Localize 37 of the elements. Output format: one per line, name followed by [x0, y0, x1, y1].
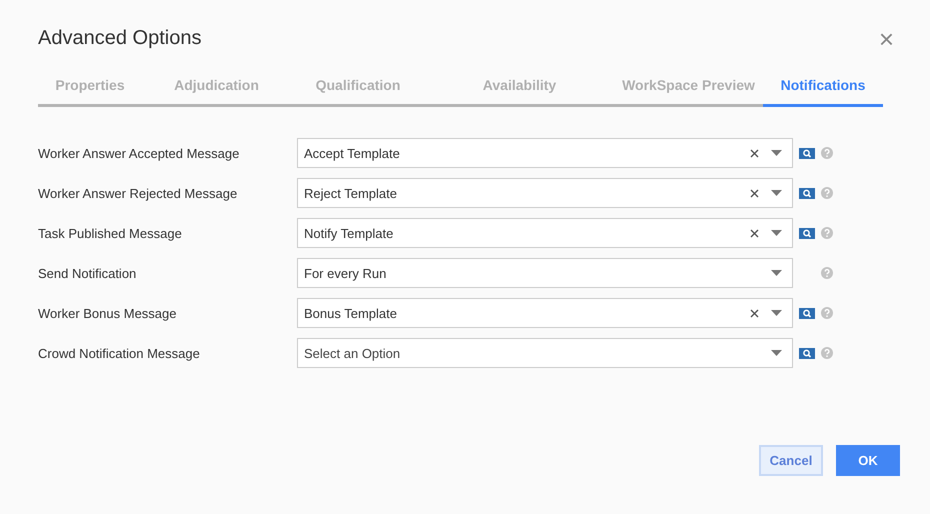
field-label: Worker Answer Accepted Message [38, 146, 240, 160]
clear-icon[interactable] [750, 148, 759, 158]
field-label: Send Notification [38, 266, 138, 280]
dropdown-field[interactable]: Notify Template [297, 218, 793, 248]
clear-icon[interactable] [750, 228, 759, 238]
search-icon[interactable] [799, 228, 815, 238]
caret-icon[interactable] [771, 350, 782, 356]
cancel-button[interactable]: Cancel [759, 445, 823, 476]
field-label: Task Published Message [38, 226, 183, 240]
dropdown-field[interactable]: Accept Template [297, 138, 793, 168]
tab[interactable]: Notifications [763, 69, 883, 107]
search-icon[interactable] [799, 348, 815, 358]
clear-icon[interactable] [750, 188, 759, 198]
caret-icon[interactable] [771, 230, 782, 236]
field-label: Worker Answer Rejected Message [38, 186, 238, 200]
dropdown-field[interactable]: Reject Template [297, 178, 793, 208]
tab[interactable]: Qualification [291, 69, 425, 107]
close-button[interactable]: × [876, 26, 896, 52]
caret-icon[interactable] [771, 190, 782, 196]
search-icon[interactable] [799, 148, 815, 158]
caret-icon[interactable] [771, 310, 782, 316]
tab[interactable]: Availability [425, 69, 614, 107]
field-label: Worker Bonus Message [38, 306, 178, 320]
caret-icon[interactable] [771, 150, 782, 156]
dropdown-field[interactable]: Bonus Template [297, 298, 793, 328]
search-icon[interactable] [799, 308, 815, 318]
dialog-title: Advanced Options [38, 27, 202, 50]
search-icon[interactable] [799, 188, 815, 198]
caret-icon[interactable] [771, 270, 782, 276]
dropdown-field[interactable]: Select an Option [297, 338, 793, 368]
dropdown-field[interactable]: For every Run [297, 258, 793, 288]
ok-button[interactable]: OK [836, 445, 900, 476]
clear-icon[interactable] [750, 308, 759, 318]
tab[interactable]: Properties [38, 69, 142, 107]
tab[interactable]: WorkSpace Preview [614, 69, 763, 107]
tab[interactable]: Adjudication [142, 69, 291, 107]
field-label: Crowd Notification Message [38, 346, 201, 360]
